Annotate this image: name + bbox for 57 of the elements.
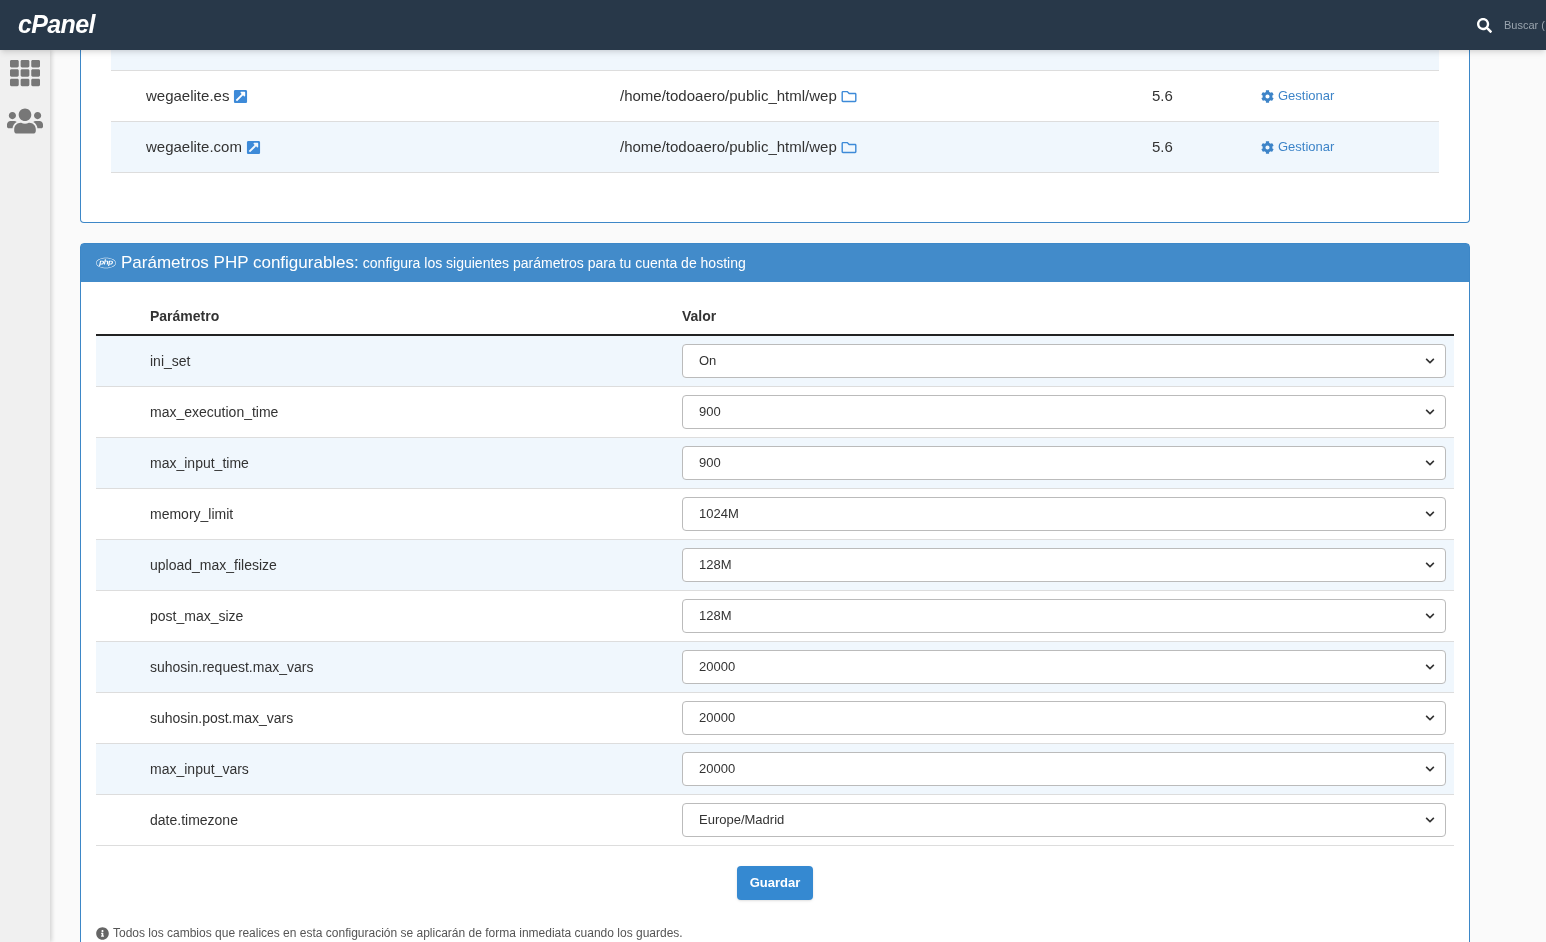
document-root: /home/todoaero/public_html/wep [620,136,837,157]
column-header: Parámetro [149,307,221,326]
folder-icon[interactable] [840,88,857,104]
chevron-down-icon [1425,815,1435,825]
panel-subtitle: configura los siguientes parámetros para tu cuenta de hosting [362,253,746,273]
parameter-name: upload_max_filesize [149,555,278,575]
php-version: 5.6 [1152,136,1174,157]
value-select[interactable]: 20000 [682,701,1446,735]
parameter-name: memory_limit [149,504,235,524]
value-select[interactable]: 900 [682,395,1446,429]
logo[interactable]: cPanel [18,6,95,44]
panel-title: Parámetros PHP configurables: [121,252,359,275]
chevron-down-icon [1425,611,1435,621]
search-field[interactable]: Buscar ( [1504,16,1546,34]
info-icon [96,926,109,940]
value-select[interactable]: Europe/Madrid [682,803,1446,837]
chevron-down-icon [1425,458,1435,468]
parameter-name: date.timezone [149,810,239,830]
external-link-icon[interactable] [233,88,249,104]
parameter-name: suhosin.post.max_vars [149,708,295,728]
parameter-name: ini_set [149,351,192,371]
domain-name: wegaelite.com [146,136,242,157]
chevron-down-icon [1425,509,1435,519]
parameter-name: suhosin.request.max_vars [149,657,315,677]
settings-icon [1261,140,1274,154]
parameter-name: max_input_vars [149,759,250,779]
php-version: 5.6 [1152,85,1174,106]
parameter-name: post_max_size [149,606,245,626]
value-select[interactable]: On [682,344,1446,378]
folder-icon[interactable] [840,139,857,155]
users-icon[interactable] [7,106,43,136]
chevron-down-icon [1425,662,1435,672]
chevron-down-icon [1425,713,1435,723]
manage-link[interactable]: Gestionar [1261,137,1335,157]
value-select[interactable]: 1024M [682,497,1446,531]
value-select[interactable]: 20000 [682,650,1446,684]
parameter-name: max_input_time [149,453,250,473]
chevron-down-icon [1425,407,1435,417]
chevron-down-icon [1425,560,1435,570]
value-select[interactable]: 20000 [682,752,1446,786]
grid-icon[interactable] [10,58,40,88]
save-button[interactable]: Guardar [736,866,814,900]
document-root: /home/todoaero/public_html/wep [620,85,837,106]
domain-name: wegaelite.es [146,85,230,106]
search-icon[interactable] [1477,17,1492,33]
settings-icon [1261,89,1274,103]
parameter-name: max_execution_time [149,402,280,422]
chevron-down-icon [1425,764,1435,774]
value-select[interactable]: 900 [682,446,1446,480]
chevron-down-icon [1425,356,1435,366]
column-header: Valor [682,307,717,326]
value-select[interactable]: 128M [682,599,1446,633]
external-link-icon[interactable] [245,139,261,155]
value-select[interactable]: 128M [682,548,1446,582]
manage-link[interactable]: Gestionar [1261,86,1335,106]
php-icon [95,255,117,271]
info-note: Todos los cambios que realices en esta configuración se aplicarán de forma inmediata cuando los guardes. [113,925,683,942]
